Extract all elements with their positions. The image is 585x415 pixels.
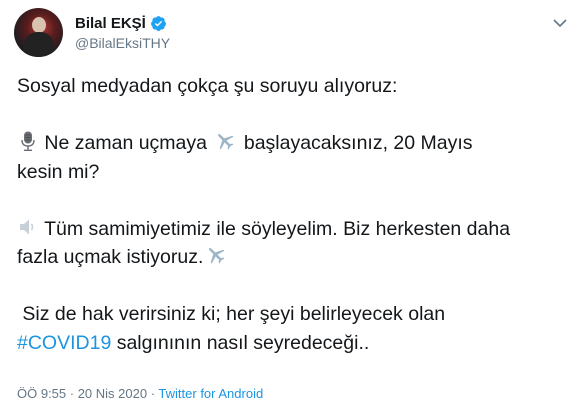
- author-block[interactable]: Bilal EKŞİ @BilalEksiTHY: [75, 12, 170, 52]
- meta-separator: ·: [147, 386, 159, 401]
- tweet-header: Bilal EKŞİ @BilalEksiTHY: [14, 8, 574, 58]
- microphone-icon: [21, 131, 35, 151]
- tweet-text-segment: başlayacaksınız, 20 Mayıs: [243, 132, 473, 154]
- display-name[interactable]: Bilal EKŞİ: [75, 15, 146, 32]
- tweet-text-segment: salgınının nasıl seyredeceği..: [111, 331, 370, 354]
- tweet-time[interactable]: ÖÖ 9:55: [17, 386, 66, 401]
- tweet-date[interactable]: 20 Nis 2020: [78, 386, 147, 401]
- handle[interactable]: @BilalEksiTHY: [75, 35, 170, 51]
- avatar[interactable]: [14, 8, 63, 57]
- chevron-down-icon[interactable]: [552, 18, 568, 28]
- tweet-line: fazla uçmak istiyoruz.: [17, 243, 572, 272]
- tweet-text-segment: Ne zaman uçmaya: [44, 132, 207, 154]
- airplane-icon: [209, 248, 225, 264]
- tweet-text-segment: fazla uçmak istiyoruz.: [17, 246, 204, 268]
- hashtag-link[interactable]: #COVID19: [17, 332, 111, 354]
- meta-separator: ·: [66, 386, 78, 401]
- tweet-meta: ÖÖ 9:55 · 20 Nis 2020 · Twitter for Andr…: [17, 386, 263, 401]
- tweet-line: Tüm samimiyetimiz ile söyleyelim. Biz he…: [17, 215, 572, 244]
- tweet-line: Siz de hak verirsiniz ki; her şeyi belir…: [17, 303, 446, 325]
- tweet-line: Sosyal medyadan çokça şu soruyu alıyoruz…: [17, 75, 398, 97]
- tweet-text-segment: Tüm samimiyetimiz ile söyleyelim. Biz he…: [44, 217, 511, 240]
- tweet-line: kesin mi?: [17, 160, 100, 183]
- airplane-icon: [218, 134, 234, 150]
- tweet-source-link[interactable]: Twitter for Android: [158, 386, 263, 401]
- tweet-text: Sosyal medyadan çokça şu soruyu alıyoruz…: [17, 72, 572, 357]
- tweet-line: Ne zaman uçmaya başlayacaksınız, 20 Mayı…: [17, 129, 572, 158]
- verified-badge-icon: [150, 15, 166, 31]
- speaker-icon: [20, 219, 34, 234]
- tweet-line: #COVID19 salgınının nasıl seyredeceği..: [17, 329, 572, 358]
